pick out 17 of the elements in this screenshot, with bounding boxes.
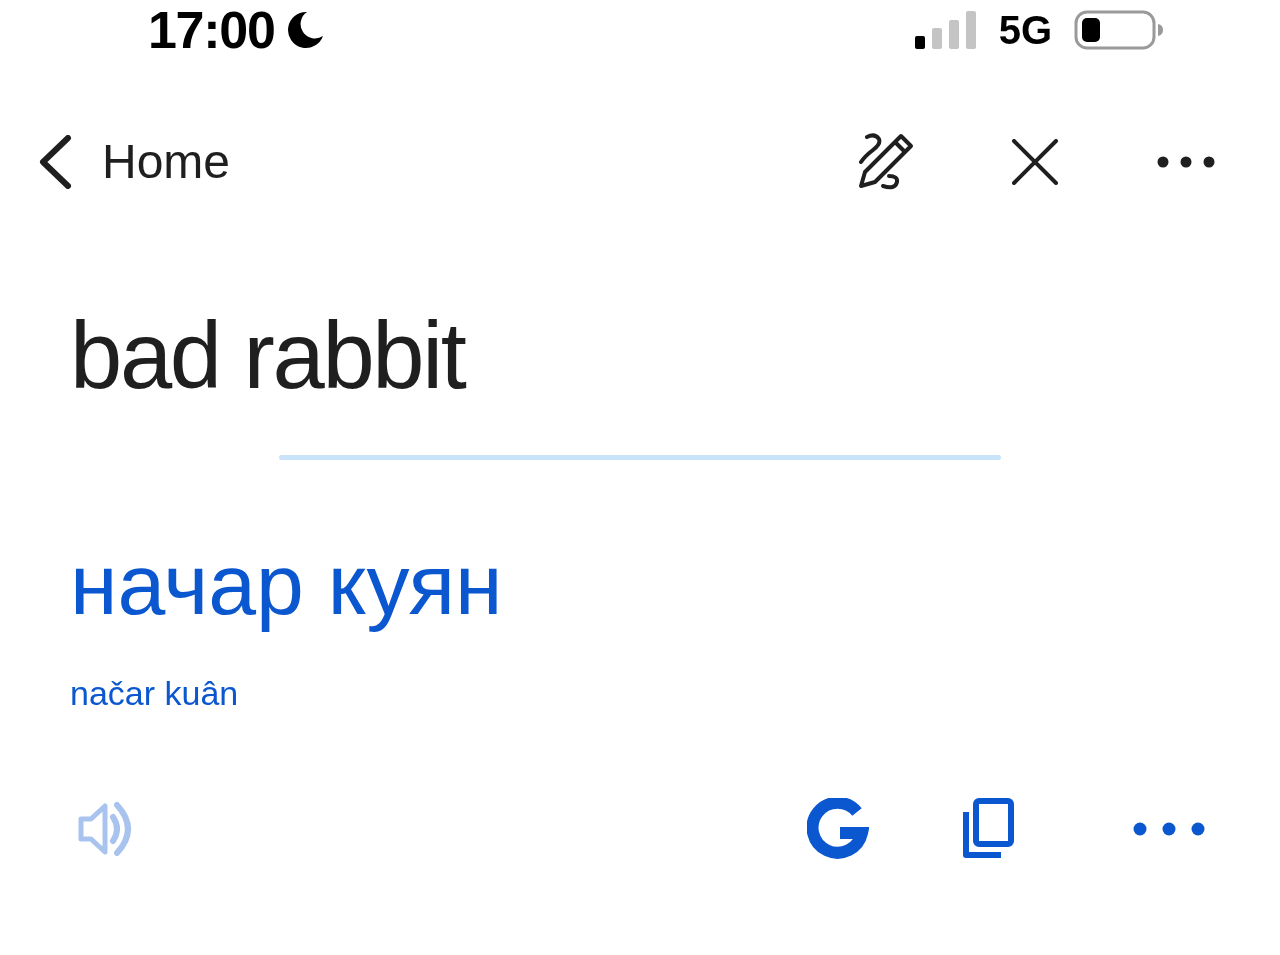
close-icon — [1012, 139, 1058, 185]
search-google-button[interactable] — [806, 796, 870, 861]
copy-icon — [961, 797, 1015, 860]
google-logo-icon — [807, 797, 869, 860]
signal-icon — [914, 11, 977, 49]
back-button[interactable]: Home — [38, 135, 231, 189]
transliteration-text: načar kuân — [70, 675, 239, 710]
source-text: bad rabbit — [70, 309, 465, 403]
translation-text: начар куян — [70, 535, 503, 634]
network-label: 5G — [998, 10, 1052, 50]
chevron-left-icon — [38, 135, 72, 189]
more-dots-icon — [1133, 821, 1205, 836]
copy-button[interactable] — [960, 796, 1016, 861]
close-button[interactable] — [1010, 137, 1060, 187]
more-dots-icon — [1157, 156, 1215, 168]
status-time: 17:00 — [148, 4, 275, 56]
battery-icon — [1074, 10, 1164, 50]
